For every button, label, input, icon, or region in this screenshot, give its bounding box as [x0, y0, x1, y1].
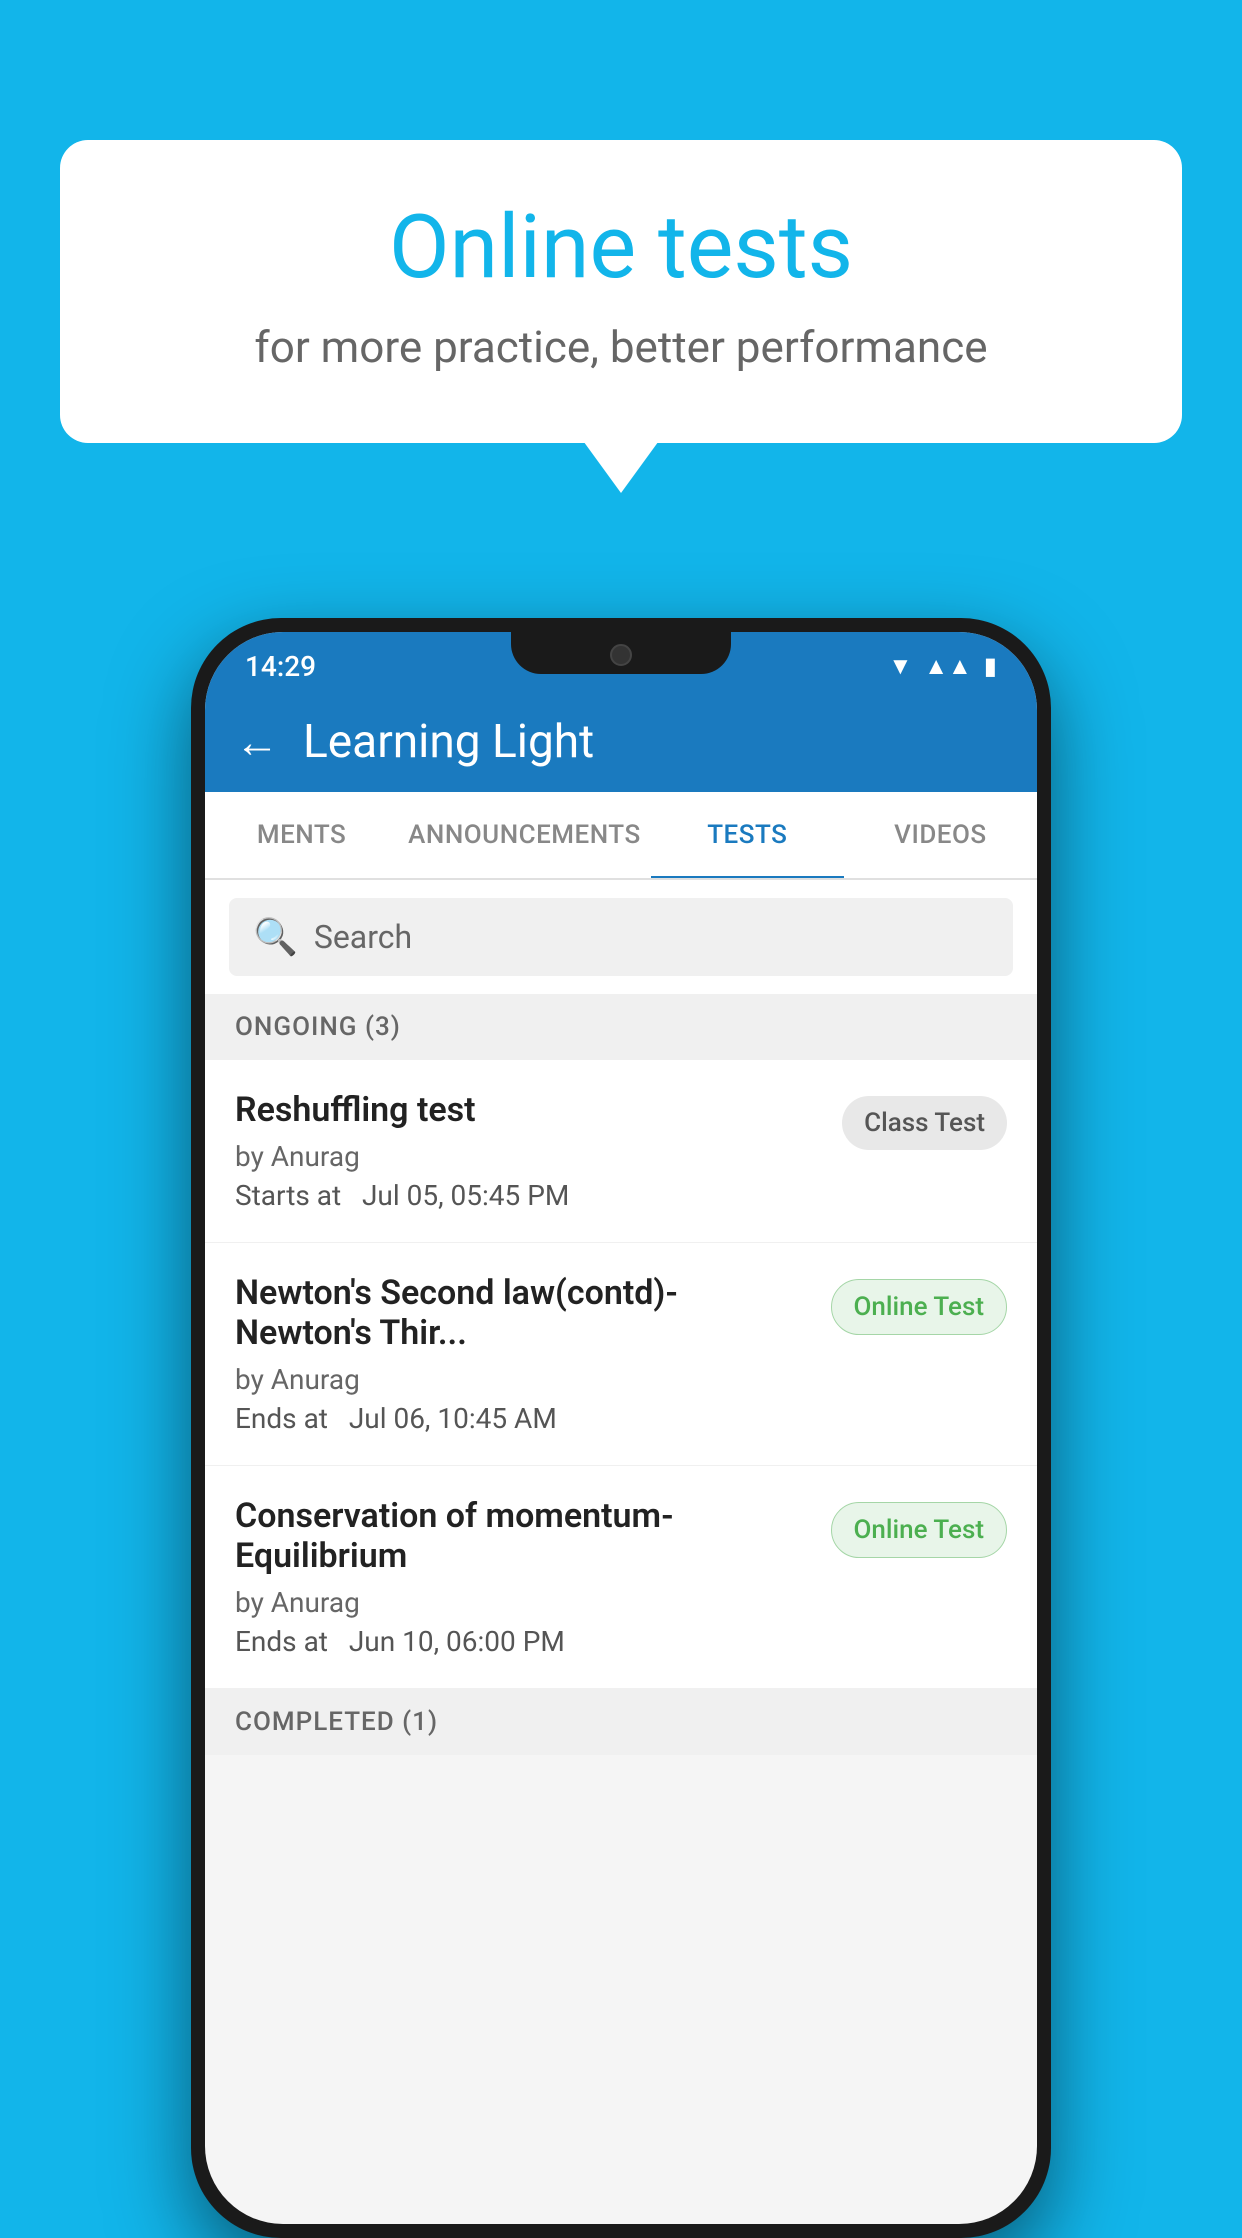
test-date-label: Ends at — [235, 1402, 328, 1435]
search-icon: 🔍 — [253, 916, 298, 958]
test-date-value: Jul 06, 10:45 AM — [349, 1402, 557, 1435]
phone-inner: 14:29 ▼ ▲▲ ▮ ← Learning Light MENTS ANNO… — [205, 632, 1037, 2224]
app-bar: ← Learning Light — [205, 692, 1037, 792]
bubble-subtitle: for more practice, better performance — [140, 321, 1102, 373]
tab-ments[interactable]: MENTS — [205, 792, 398, 878]
test-date-value: Jul 05, 05:45 PM — [362, 1179, 569, 1212]
phone-camera — [610, 644, 632, 666]
search-container: 🔍 Search — [205, 880, 1037, 994]
test-item[interactable]: Newton's Second law(contd)-Newton's Thir… — [205, 1243, 1037, 1466]
app-title: Learning Light — [303, 715, 594, 769]
test-by: by Anurag — [235, 1363, 811, 1396]
test-date: Ends at Jun 10, 06:00 PM — [235, 1625, 811, 1658]
test-date: Ends at Jul 06, 10:45 AM — [235, 1402, 811, 1435]
phone-frame: 14:29 ▼ ▲▲ ▮ ← Learning Light MENTS ANNO… — [191, 618, 1051, 2238]
tab-videos[interactable]: VIDEOS — [844, 792, 1037, 878]
ongoing-section-header: ONGOING (3) — [205, 994, 1037, 1060]
speech-bubble-container: Online tests for more practice, better p… — [60, 140, 1182, 443]
phone-notch — [511, 632, 731, 674]
search-placeholder: Search — [314, 918, 412, 956]
test-date-value: Jun 10, 06:00 PM — [349, 1625, 565, 1658]
test-info: Newton's Second law(contd)-Newton's Thir… — [235, 1273, 831, 1435]
test-badge-class-test: Class Test — [842, 1096, 1007, 1150]
search-input[interactable]: 🔍 Search — [229, 898, 1013, 976]
signal-icon: ▲▲ — [924, 652, 972, 681]
status-time: 14:29 — [245, 650, 316, 683]
tab-announcements[interactable]: ANNOUNCEMENTS — [398, 792, 651, 878]
test-badge-online-test-2: Online Test — [831, 1502, 1008, 1558]
test-badge-online-test: Online Test — [831, 1279, 1008, 1335]
test-title: Reshuffling test — [235, 1090, 822, 1130]
battery-icon: ▮ — [984, 652, 997, 680]
test-info: Conservation of momentum-Equilibrium by … — [235, 1496, 831, 1658]
test-info: Reshuffling test by Anurag Starts at Jul… — [235, 1090, 842, 1212]
completed-section-header: COMPLETED (1) — [205, 1689, 1037, 1755]
test-item[interactable]: Reshuffling test by Anurag Starts at Jul… — [205, 1060, 1037, 1243]
test-item[interactable]: Conservation of momentum-Equilibrium by … — [205, 1466, 1037, 1689]
test-by: by Anurag — [235, 1140, 822, 1173]
test-title: Newton's Second law(contd)-Newton's Thir… — [235, 1273, 811, 1353]
test-date-label: Ends at — [235, 1625, 328, 1658]
status-icons: ▼ ▲▲ ▮ — [889, 652, 998, 681]
tabs-container: MENTS ANNOUNCEMENTS TESTS VIDEOS — [205, 792, 1037, 880]
back-button[interactable]: ← — [235, 716, 279, 768]
tab-tests[interactable]: TESTS — [651, 792, 844, 878]
wifi-icon: ▼ — [889, 652, 913, 681]
test-by: by Anurag — [235, 1586, 811, 1619]
speech-bubble: Online tests for more practice, better p… — [60, 140, 1182, 443]
test-title: Conservation of momentum-Equilibrium — [235, 1496, 811, 1576]
test-date-label: Starts at — [235, 1179, 341, 1212]
test-list: Reshuffling test by Anurag Starts at Jul… — [205, 1060, 1037, 1689]
test-date: Starts at Jul 05, 05:45 PM — [235, 1179, 822, 1212]
bubble-title: Online tests — [140, 200, 1102, 297]
